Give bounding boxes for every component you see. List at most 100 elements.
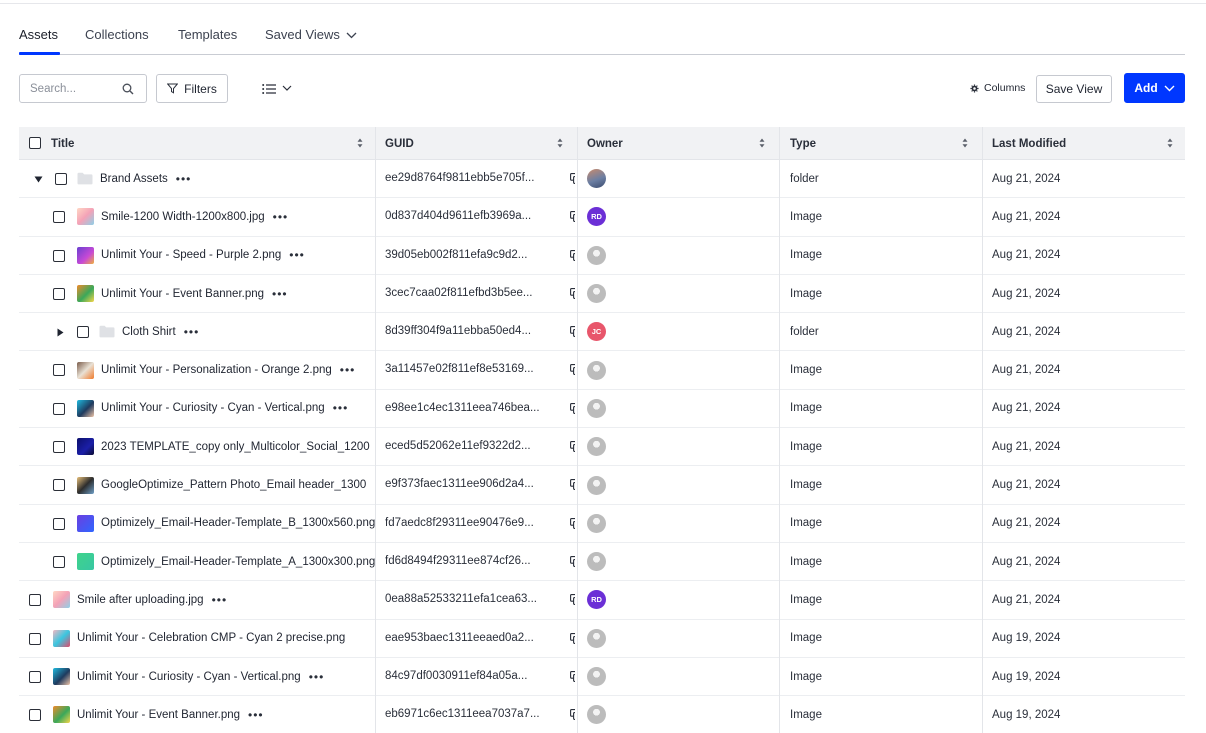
last-modified-value: Aug 21, 2024 — [992, 555, 1061, 568]
search-icon[interactable] — [122, 83, 134, 95]
asset-title[interactable]: Brand Assets — [100, 173, 168, 185]
tab-collections-label: Collections — [85, 27, 149, 42]
more-options-icon[interactable]: ••• — [184, 325, 200, 339]
select-all-checkbox[interactable] — [29, 137, 41, 149]
copy-icon[interactable] — [570, 479, 575, 491]
row-checkbox[interactable] — [29, 670, 41, 683]
row-checkbox[interactable] — [29, 594, 41, 607]
table-row[interactable]: Unlimit Your - Event Banner.png ••• 3cec7c… — [19, 275, 1185, 314]
list-view-icon — [262, 83, 276, 94]
more-options-icon[interactable]: ••• — [289, 248, 305, 262]
table-row[interactable]: Optimizely_Email-Header-Template_A_1300x… — [19, 543, 1185, 582]
type-cell: Image — [790, 466, 980, 503]
more-options-icon[interactable]: ••• — [176, 172, 192, 186]
avatar — [587, 398, 606, 418]
row-checkbox[interactable] — [53, 402, 65, 415]
columns-button[interactable]: Columns — [970, 82, 1025, 94]
table-row[interactable]: Optimizely_Email-Header-Template_B_1300x… — [19, 505, 1185, 543]
asset-title[interactable]: Unlimit Your - Speed - Purple 2.png — [101, 249, 281, 261]
asset-title[interactable]: Unlimit Your - Celebration CMP - Cyan 2 … — [77, 632, 345, 644]
table-row[interactable]: Unlimit Your - Curiosity - Cyan - Vertic… — [19, 390, 1185, 429]
row-checkbox[interactable] — [55, 173, 67, 185]
table-row[interactable]: Unlimit Your - Celebration CMP - Cyan 2 … — [19, 620, 1185, 658]
image-thumbnail — [77, 476, 94, 494]
copy-icon[interactable] — [570, 556, 575, 567]
more-options-icon[interactable]: ••• — [309, 670, 325, 684]
asset-title[interactable]: Unlimit Your - Curiosity - Cyan - Vertic… — [101, 402, 325, 414]
row-checkbox[interactable] — [53, 517, 65, 530]
asset-title[interactable]: 2023 TEMPLATE_copy only_Multicolor_Socia… — [101, 441, 370, 453]
copy-icon[interactable] — [570, 249, 575, 261]
copy-icon[interactable] — [570, 287, 575, 299]
row-checkbox[interactable] — [53, 364, 65, 377]
save-view-button[interactable]: Save View — [1036, 75, 1112, 103]
table-row[interactable]: Cloth Shirt ••• 8d39ff304f9a11ebba50ed4...… — [19, 313, 1185, 352]
more-options-icon[interactable]: ••• — [272, 287, 288, 301]
more-options-icon[interactable]: ••• — [248, 708, 264, 722]
row-checkbox[interactable] — [53, 441, 65, 454]
asset-title[interactable]: GoogleOptimize_Pattern Photo_Email heade… — [101, 479, 366, 491]
asset-title[interactable]: Smile-1200 Width-1200x800.jpg — [101, 211, 265, 223]
column-header-type[interactable]: Type — [790, 127, 980, 160]
asset-title[interactable]: Optimizely_Email-Header-Template_B_1300x… — [101, 517, 375, 529]
add-button[interactable]: Add — [1124, 73, 1185, 103]
more-options-icon[interactable]: ••• — [212, 593, 228, 607]
copy-icon[interactable] — [570, 211, 575, 223]
column-header-owner[interactable]: Owner — [587, 127, 777, 160]
table-row[interactable]: Smile-1200 Width-1200x800.jpg ••• 0d837d40… — [19, 198, 1185, 237]
table-row[interactable]: Brand Assets ••• ee29d8764f9811ebb5e705f..… — [19, 160, 1185, 199]
folder-icon — [99, 326, 115, 338]
asset-title[interactable]: Unlimit Your - Curiosity - Cyan - Vertic… — [77, 671, 301, 683]
row-checkbox[interactable] — [53, 249, 65, 262]
copy-icon[interactable] — [570, 632, 575, 644]
column-header-last-modified[interactable]: Last Modified — [992, 127, 1185, 160]
owner-cell: RD — [587, 581, 777, 618]
copy-icon[interactable] — [570, 441, 575, 453]
copy-icon[interactable] — [570, 402, 575, 414]
tab-assets[interactable]: Assets — [19, 27, 58, 42]
more-options-icon[interactable]: ••• — [340, 363, 356, 377]
more-options-icon[interactable]: ••• — [273, 210, 289, 224]
copy-icon[interactable] — [570, 364, 575, 376]
copy-icon[interactable] — [570, 594, 575, 606]
view-mode-toggle[interactable] — [262, 80, 296, 97]
avatar — [587, 475, 606, 495]
search-input[interactable] — [30, 81, 120, 97]
column-divider — [577, 127, 578, 733]
copy-icon[interactable] — [570, 670, 575, 682]
asset-title[interactable]: Smile after uploading.jpg — [77, 594, 204, 606]
copy-icon[interactable] — [570, 173, 575, 184]
column-header-guid[interactable]: GUID — [385, 127, 575, 160]
row-checkbox[interactable] — [53, 287, 65, 300]
table-row[interactable]: Unlimit Your - Personalization - Orange … — [19, 351, 1185, 390]
asset-title[interactable]: Cloth Shirt — [122, 326, 176, 338]
tab-templates[interactable]: Templates — [178, 27, 237, 42]
row-checkbox[interactable] — [53, 211, 65, 224]
copy-icon[interactable] — [570, 326, 575, 338]
tab-collections[interactable]: Collections — [85, 27, 149, 42]
row-checkbox[interactable] — [77, 326, 89, 339]
asset-title[interactable]: Unlimit Your - Event Banner.png — [77, 709, 240, 721]
expand-caret-icon[interactable] — [55, 327, 65, 337]
column-header-title[interactable]: Title — [51, 127, 375, 160]
row-checkbox[interactable] — [29, 632, 41, 645]
table-row[interactable]: Unlimit Your - Event Banner.png ••• eb6971… — [19, 696, 1185, 733]
asset-title[interactable]: Unlimit Your - Event Banner.png — [101, 288, 264, 300]
row-checkbox[interactable] — [53, 479, 65, 492]
search-box[interactable] — [19, 74, 147, 103]
asset-title[interactable]: Optimizely_Email-Header-Template_A_1300x… — [101, 556, 375, 568]
table-row[interactable]: Smile after uploading.jpg ••• 0ea88a525332… — [19, 581, 1185, 620]
table-row[interactable]: GoogleOptimize_Pattern Photo_Email heade… — [19, 466, 1185, 505]
tab-saved-views[interactable]: Saved Views — [265, 27, 357, 42]
row-checkbox[interactable] — [29, 709, 41, 722]
filters-button[interactable]: Filters — [156, 74, 228, 103]
copy-icon[interactable] — [570, 709, 575, 721]
collapse-caret-icon[interactable] — [33, 174, 43, 184]
row-checkbox[interactable] — [53, 555, 65, 568]
asset-title[interactable]: Unlimit Your - Personalization - Orange … — [101, 364, 332, 376]
table-row[interactable]: 2023 TEMPLATE_copy only_Multicolor_Socia… — [19, 428, 1185, 467]
more-options-icon[interactable]: ••• — [333, 401, 349, 415]
table-row[interactable]: Unlimit Your - Curiosity - Cyan - Vertic… — [19, 658, 1185, 697]
copy-icon[interactable] — [570, 517, 575, 529]
table-row[interactable]: Unlimit Your - Speed - Purple 2.png ••• 39… — [19, 237, 1185, 275]
